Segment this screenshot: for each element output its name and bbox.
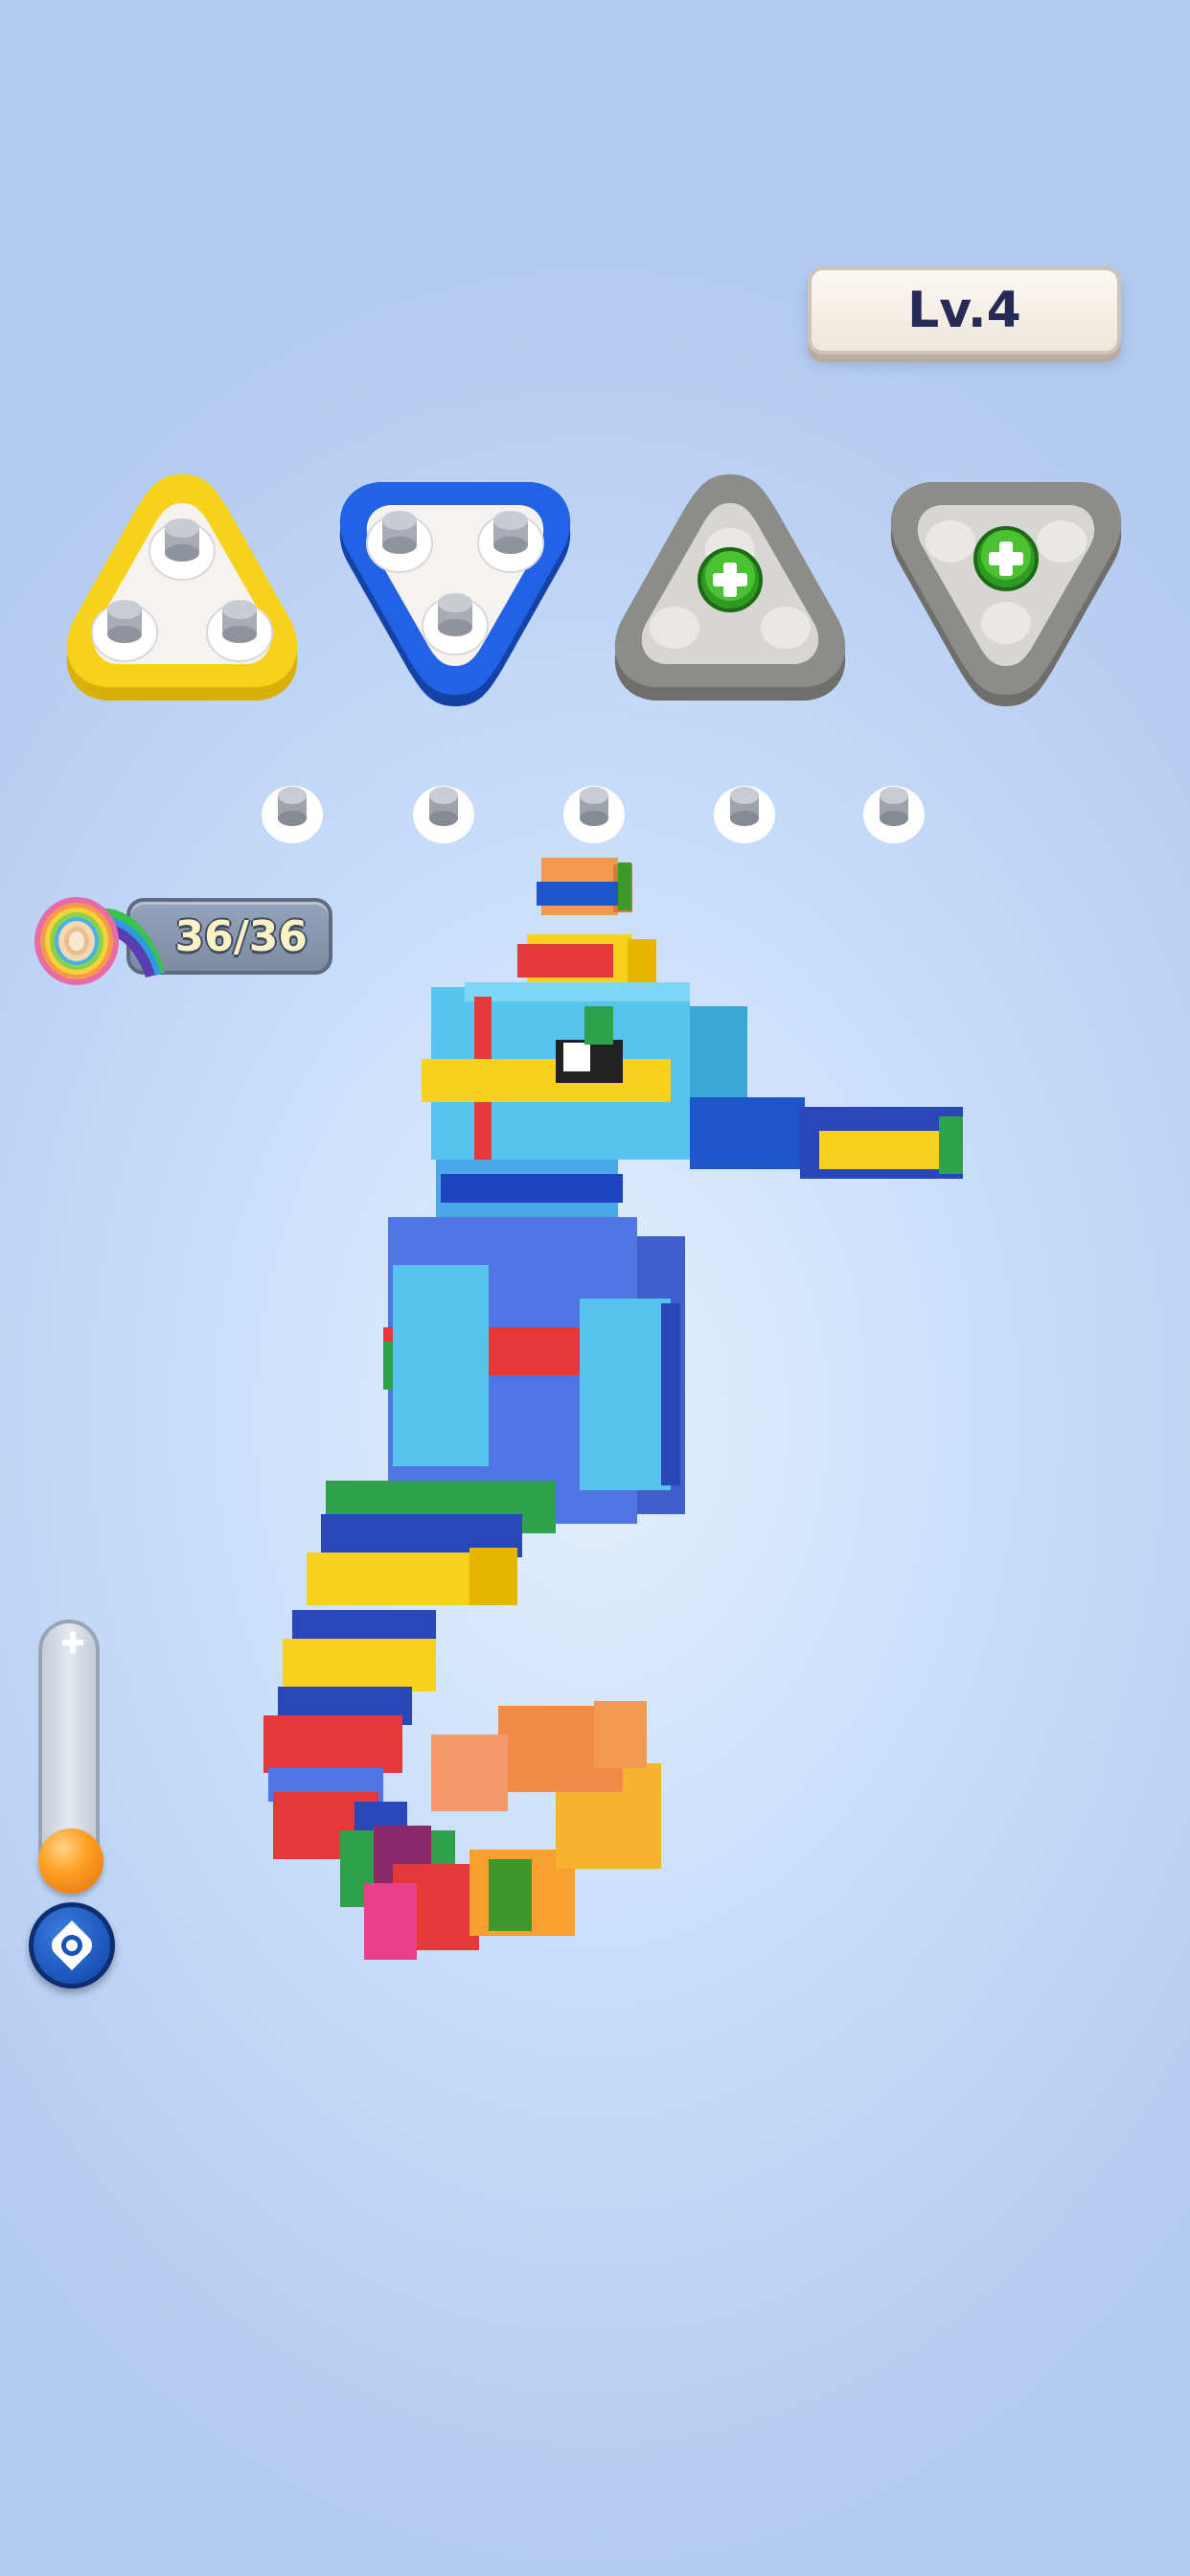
queue-slot	[711, 778, 778, 845]
target-icon	[52, 1920, 92, 1970]
level-badge: Lv.4	[808, 266, 1121, 355]
holder-locked-2[interactable]	[862, 436, 1150, 733]
plus-icon	[973, 526, 1039, 591]
queue-slot	[860, 778, 927, 845]
block-seahorse-model[interactable]	[249, 843, 977, 1993]
holder-locked-1[interactable]	[586, 436, 874, 733]
zoom-slider-knob[interactable]	[38, 1828, 103, 1894]
triangle-holder-icon	[890, 482, 1122, 706]
queue-slot	[561, 778, 628, 845]
recenter-button[interactable]	[29, 1902, 115, 1989]
queue-slot	[259, 778, 326, 845]
holder-blue[interactable]	[311, 436, 599, 733]
triangle-holder-icon	[66, 474, 298, 701]
level-label: Lv.4	[907, 282, 1021, 339]
seahorse-model-graphic	[263, 858, 963, 1960]
plus-icon	[61, 1631, 84, 1654]
holder-yellow[interactable]	[38, 436, 326, 733]
triangle-holder-icon	[614, 474, 846, 701]
triangle-holder-icon	[339, 482, 571, 706]
queue-slot	[410, 778, 477, 845]
rainbow-tape-roll-icon	[21, 882, 184, 997]
plus-icon	[698, 547, 763, 612]
